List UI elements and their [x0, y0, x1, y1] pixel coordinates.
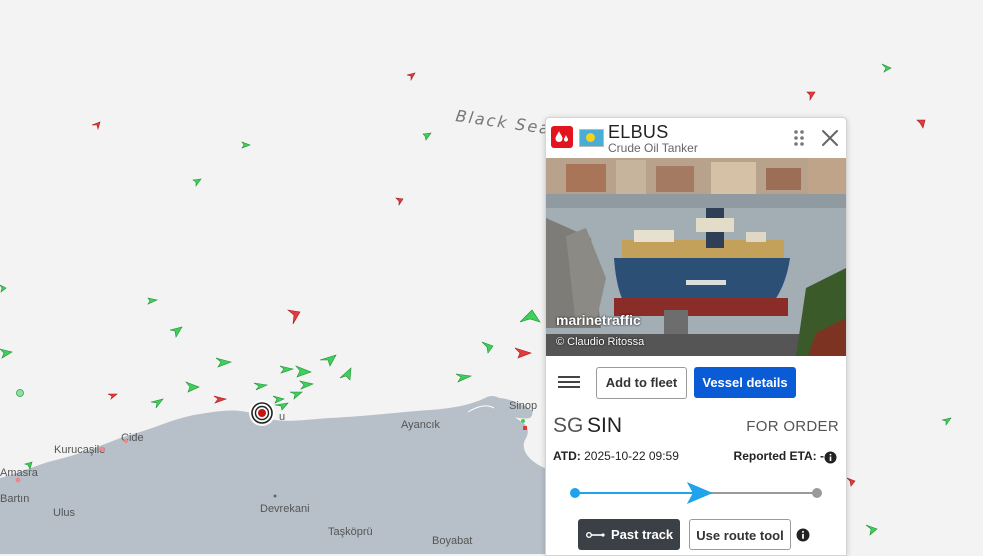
past-track-button[interactable]: Past track — [578, 519, 680, 550]
vessel-info-panel: ELBUS Crude Oil Tanker marinetraffic © C… — [545, 117, 847, 556]
place-ayancik: Ayancık — [401, 419, 440, 431]
vessel-name: ELBUS — [608, 122, 669, 142]
vessel-type-badge — [551, 126, 573, 148]
place-taskopru: Taşköprü — [328, 526, 373, 538]
oil-drop-icon — [555, 131, 568, 142]
place-sinop: Sinop — [509, 400, 537, 412]
voyage-ports: SG SIN FOR ORDER — [553, 414, 839, 440]
place-boyabat: Boyabat — [432, 535, 472, 547]
palau-flag-icon — [579, 129, 604, 147]
atd-label: ATD: — [553, 449, 581, 463]
atd: ATD: 2025-10-22 09:59 — [553, 449, 679, 463]
town-dot — [99, 446, 105, 452]
place-partial: u — [279, 411, 285, 423]
place-kurucasile: Kurucaşile — [54, 444, 105, 456]
place-cide: Cide — [121, 432, 144, 444]
town-dot — [273, 494, 277, 498]
departure-dot — [570, 488, 580, 498]
vessel-details-button[interactable]: Vessel details — [694, 367, 796, 398]
departure-country-code: SG — [553, 414, 584, 437]
place-bartin: Bartın — [0, 493, 29, 505]
destination: FOR ORDER — [746, 418, 839, 435]
vessel-photo[interactable]: marinetraffic © Claudio Ritossa — [546, 158, 846, 356]
add-to-fleet-button[interactable]: Add to fleet — [596, 367, 687, 399]
atd-value: 2025-10-22 09:59 — [584, 449, 679, 463]
anchored-vessel-marker[interactable] — [16, 389, 24, 397]
close-icon[interactable] — [818, 126, 842, 150]
reported-eta: Reported ETA: - — [734, 449, 824, 463]
place-amasra: Amasra — [0, 467, 39, 479]
action-toolbar: Add to fleet Vessel details — [546, 356, 846, 408]
track-line-icon — [586, 532, 605, 538]
info-icon[interactable] — [796, 528, 810, 542]
anchored-vessel-marker[interactable] — [521, 419, 525, 423]
eta-label: Reported ETA: — [733, 449, 817, 463]
drag-handle-icon[interactable] — [793, 129, 805, 147]
past-track-label: Past track — [611, 527, 674, 542]
panel-header: ELBUS Crude Oil Tanker — [546, 118, 846, 158]
place-devrekani: Devrekani — [260, 503, 310, 515]
place-ulus: Ulus — [53, 507, 76, 519]
town-dot — [15, 477, 21, 483]
photo-logo: marinetraffic — [556, 312, 641, 328]
photo-credit: © Claudio Ritossa — [556, 336, 645, 348]
menu-icon[interactable] — [558, 373, 580, 391]
town-dot — [124, 439, 128, 443]
info-icon[interactable] — [824, 451, 837, 464]
tanker-vessel-marker[interactable] — [523, 426, 527, 430]
route-tool-button[interactable]: Use route tool — [689, 519, 791, 550]
departure-port-code[interactable]: SIN — [587, 414, 622, 438]
vessel-type: Crude Oil Tanker — [608, 141, 698, 155]
voyage-progress — [570, 482, 822, 504]
destination-dot — [812, 488, 822, 498]
selected-vessel-marker[interactable] — [249, 400, 275, 426]
